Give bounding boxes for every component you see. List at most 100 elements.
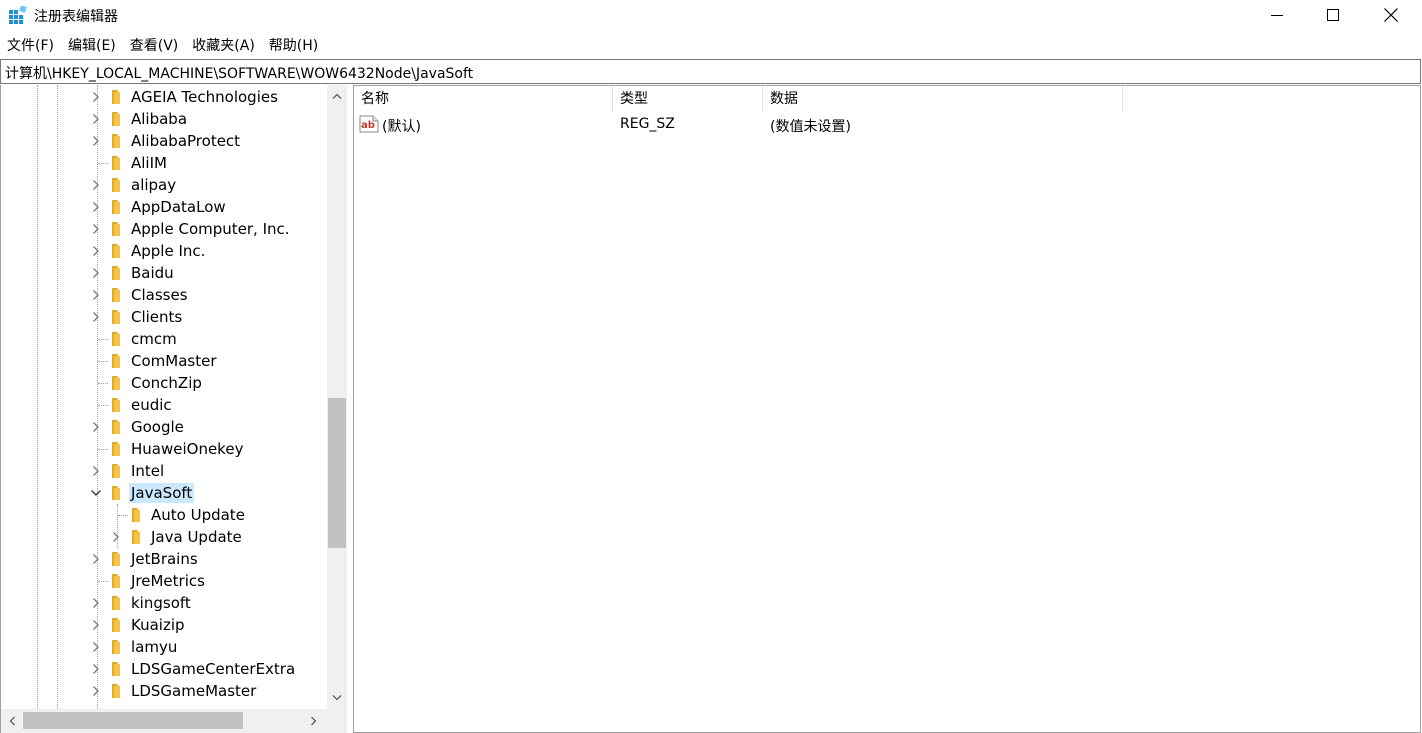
chevron-down-icon[interactable] <box>90 487 102 499</box>
chevron-right-icon[interactable] <box>90 91 102 103</box>
tree-item[interactable]: JavaSoft <box>1 482 327 504</box>
chevron-right-icon[interactable] <box>90 201 102 213</box>
tree-item[interactable]: HuaweiOnekey <box>1 438 327 460</box>
list-header: 名称 类型 数据 <box>354 86 1124 112</box>
tree-item[interactable]: cmcm <box>1 328 327 350</box>
value-row[interactable]: ab (默认) REG_SZ (数值未设置) <box>354 114 1124 136</box>
menu-file[interactable]: 文件(F) <box>0 34 61 58</box>
chevron-right-icon[interactable] <box>90 465 102 477</box>
chevron-right-icon[interactable] <box>90 641 102 653</box>
folder-icon <box>112 552 120 566</box>
folder-icon <box>112 90 120 104</box>
tree-item[interactable]: kingsoft <box>1 592 327 614</box>
tree-item[interactable]: Auto Update <box>1 504 327 526</box>
tree-item-label: Classes <box>131 286 188 304</box>
chevron-left-icon <box>9 716 15 726</box>
chevron-right-icon[interactable] <box>90 663 102 675</box>
folder-icon <box>112 222 120 236</box>
close-button[interactable] <box>1362 0 1420 30</box>
address-path[interactable]: 计算机\HKEY_LOCAL_MACHINE\SOFTWARE\WOW6432N… <box>5 63 473 83</box>
minimize-button[interactable] <box>1248 0 1306 30</box>
tree-item[interactable]: ComMaster <box>1 350 327 372</box>
scroll-left-button[interactable] <box>1 709 23 733</box>
tree-item[interactable]: ConchZip <box>1 372 327 394</box>
tree-vertical-scrollbar[interactable] <box>327 85 347 709</box>
tree-horizontal-scroll-thumb[interactable] <box>23 712 243 729</box>
chevron-right-icon[interactable] <box>90 619 102 631</box>
folder-icon <box>112 486 120 500</box>
tree-vertical-scroll-thumb[interactable] <box>328 398 346 548</box>
tree-item[interactable]: alipay <box>1 174 327 196</box>
tree-item[interactable]: AppDataLow <box>1 196 327 218</box>
tree-branch-line <box>98 383 108 384</box>
tree-item[interactable]: eudic <box>1 394 327 416</box>
tree-item[interactable]: Java Update <box>1 526 327 548</box>
tree-item-label: HuaweiOnekey <box>131 440 244 458</box>
column-header-name[interactable]: 名称 <box>354 86 613 112</box>
tree-item[interactable]: Apple Inc. <box>1 240 327 262</box>
maximize-icon <box>1327 9 1339 21</box>
tree-item-label: Apple Inc. <box>131 242 206 260</box>
folder-icon <box>112 442 120 456</box>
scroll-right-button[interactable] <box>303 709 325 733</box>
tree-item[interactable]: AGEIA Technologies <box>1 86 327 108</box>
menu-view[interactable]: 查看(V) <box>123 34 186 58</box>
menu-edit[interactable]: 编辑(E) <box>61 34 123 58</box>
key-tree-pane: AGEIA Technologies Alibaba AlibabaProtect A… <box>0 85 347 733</box>
column-header-type[interactable]: 类型 <box>613 86 763 112</box>
chevron-right-icon[interactable] <box>90 267 102 279</box>
tree-item[interactable]: Alibaba <box>1 108 327 130</box>
tree-item[interactable]: LDSGameMaster <box>1 680 327 702</box>
chevron-right-icon[interactable] <box>90 311 102 323</box>
tree-item[interactable]: Clients <box>1 306 327 328</box>
tree-item[interactable]: Kuaizip <box>1 614 327 636</box>
menu-help[interactable]: 帮助(H) <box>262 34 325 58</box>
tree-item[interactable]: AliIM <box>1 152 327 174</box>
chevron-right-icon[interactable] <box>90 135 102 147</box>
scroll-up-button[interactable] <box>327 85 347 107</box>
tree-item[interactable]: JreMetrics <box>1 570 327 592</box>
scroll-down-button[interactable] <box>327 687 347 709</box>
chevron-right-icon[interactable] <box>90 553 102 565</box>
tree-item[interactable]: JetBrains <box>1 548 327 570</box>
tree-item[interactable]: Classes <box>1 284 327 306</box>
maximize-button[interactable] <box>1304 0 1362 30</box>
tree-horizontal-scrollbar[interactable] <box>1 709 347 733</box>
chevron-right-icon[interactable] <box>90 421 102 433</box>
window-title: 注册表编辑器 <box>34 9 118 25</box>
chevron-right-icon[interactable] <box>90 113 102 125</box>
address-bar[interactable]: 计算机\HKEY_LOCAL_MACHINE\SOFTWARE\WOW6432N… <box>0 59 1421 84</box>
tree-item-label: JetBrains <box>131 550 198 568</box>
tree-item[interactable]: AlibabaProtect <box>1 130 327 152</box>
title-bar: 注册表编辑器 <box>0 0 1422 30</box>
chevron-right-icon[interactable] <box>90 597 102 609</box>
tree-item-label: alipay <box>131 176 177 194</box>
tree-item[interactable]: Intel <box>1 460 327 482</box>
folder-icon <box>112 310 120 324</box>
menu-bar: 文件(F) 编辑(E) 查看(V) 收藏夹(A) 帮助(H) <box>0 34 325 58</box>
chevron-right-icon[interactable] <box>90 245 102 257</box>
folder-icon <box>132 530 140 544</box>
tree-branch-line <box>98 339 108 340</box>
folder-icon <box>112 134 120 148</box>
tree-item[interactable]: LDSGameCenterExtra <box>1 658 327 680</box>
tree-item-label: Java Update <box>151 528 242 546</box>
chevron-right-icon[interactable] <box>90 179 102 191</box>
tree-item[interactable]: Baidu <box>1 262 327 284</box>
chevron-right-icon[interactable] <box>90 289 102 301</box>
folder-icon <box>112 618 120 632</box>
tree-item[interactable]: lamyu <box>1 636 327 658</box>
registry-editor-icon <box>9 6 27 24</box>
tree-item[interactable]: Apple Computer, Inc. <box>1 218 327 240</box>
menu-favorites[interactable]: 收藏夹(A) <box>185 34 262 58</box>
chevron-right-icon[interactable] <box>110 531 122 543</box>
folder-icon <box>112 288 120 302</box>
tree-item-label: JavaSoft <box>129 483 195 503</box>
chevron-right-icon[interactable] <box>90 685 102 697</box>
chevron-right-icon[interactable] <box>90 223 102 235</box>
tree-item[interactable]: Google <box>1 416 327 438</box>
column-header-data[interactable]: 数据 <box>763 86 1123 112</box>
tree-item-label: Baidu <box>131 264 174 282</box>
tree-item-label: LDSGameMaster <box>131 682 257 700</box>
tree-branch-line <box>98 405 108 406</box>
